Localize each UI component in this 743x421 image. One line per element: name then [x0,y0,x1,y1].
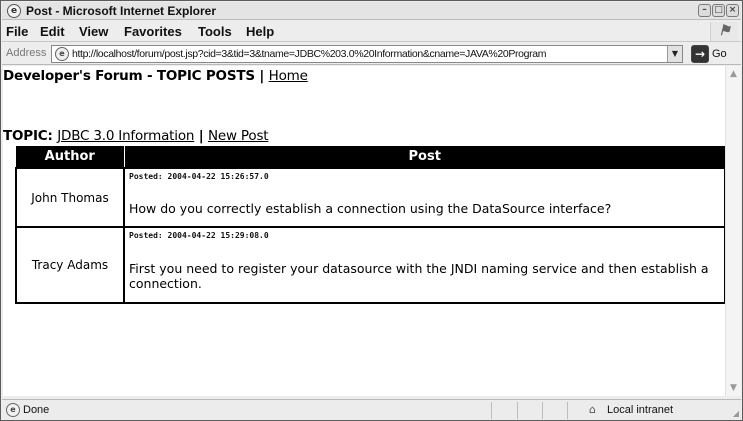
topic-label: TOPIC: [3,128,58,144]
table-header-row: Author Post [16,146,725,168]
address-input[interactable]: e http://localhost/forum/post.jsp?cid=3&… [51,45,683,63]
scroll-down-icon[interactable]: ▼ [726,380,741,396]
close-button[interactable]: × [726,4,739,17]
close-icon: × [728,5,737,15]
post-cell: Posted: 2004-04-22 15:29:08.0 First you … [123,226,725,304]
status-text: Done [23,404,50,416]
go-arrow-icon[interactable]: → [691,45,709,63]
maximize-button[interactable]: □ [712,4,725,17]
post-body: How do you correctly establish a connect… [129,201,612,216]
title-bar[interactable]: e Post - Microsoft Internet Explorer – □… [2,2,741,20]
table-row: Tracy Adams Posted: 2004-04-22 15:29:08.… [15,226,725,304]
minimize-button[interactable]: – [698,4,711,17]
post-author: John Thomas [15,167,125,228]
vertical-scrollbar[interactable]: ▲ ▼ [725,66,741,396]
windows-logo-icon: ⚑ [710,22,738,41]
menu-view[interactable]: View [79,24,108,39]
address-url[interactable]: http://localhost/forum/post.jsp?cid=3&ti… [72,48,546,60]
browser-window: e Post - Microsoft Internet Explorer – □… [0,0,743,421]
page-title: Developer's Forum - TOPIC POSTS | Home [3,68,308,84]
go-button[interactable]: Go [712,48,727,60]
post-timestamp: Posted: 2004-04-22 15:26:57.0 [129,172,269,181]
home-link[interactable]: Home [269,68,308,84]
menu-edit[interactable]: Edit [40,24,65,39]
menu-bar: File Edit View Favorites Tools Help ⚑ [2,21,741,42]
post-column-header: Post [124,146,725,168]
post-cell: Posted: 2004-04-22 15:26:57.0 How do you… [123,167,725,228]
author-column-header: Author [16,146,125,168]
address-label: Address [6,47,47,59]
status-divider [517,402,518,419]
page-icon: e [55,47,69,61]
page-content: Developer's Forum - TOPIC POSTS | Home T… [3,66,725,396]
address-bar: Address e http://localhost/forum/post.js… [2,43,741,65]
menu-help[interactable]: Help [246,24,274,39]
window-controls: – □ × [698,4,739,17]
new-post-link[interactable]: New Post [208,128,269,144]
menu-file[interactable]: File [6,24,28,39]
status-divider [567,402,568,419]
post-author: Tracy Adams [15,226,125,304]
window-title: Post - Microsoft Internet Explorer [26,4,217,18]
ie-icon: e [7,4,21,18]
maximize-icon: □ [714,5,723,15]
post-timestamp: Posted: 2004-04-22 15:29:08.0 [129,231,269,240]
minimize-icon: – [702,5,707,15]
status-divider [491,402,492,419]
topic-separator: | [194,128,208,144]
resize-grip-icon[interactable]: ◢ [733,409,739,418]
topic-line: TOPIC: JDBC 3.0 Information | New Post [3,128,269,144]
page-status-icon: e [6,403,20,417]
menu-favorites[interactable]: Favorites [124,24,182,39]
chevron-down-icon[interactable]: ▼ [667,46,682,62]
posts-table: Author Post John Thomas Posted: 2004-04-… [15,146,725,304]
menu-tools[interactable]: Tools [198,24,232,39]
forum-title: Developer's Forum - TOPIC POSTS | [3,68,269,84]
intranet-zone-icon: ⌂ [589,403,596,416]
post-body: First you need to register your datasour… [129,261,709,291]
status-divider [542,402,543,419]
topic-link[interactable]: JDBC 3.0 Information [57,128,194,144]
table-row: John Thomas Posted: 2004-04-22 15:26:57.… [15,167,725,228]
scroll-up-icon[interactable]: ▲ [726,66,741,82]
status-bar: e Done ⌂ Local intranet ◢ [2,399,741,420]
security-zone: Local intranet [607,404,674,416]
